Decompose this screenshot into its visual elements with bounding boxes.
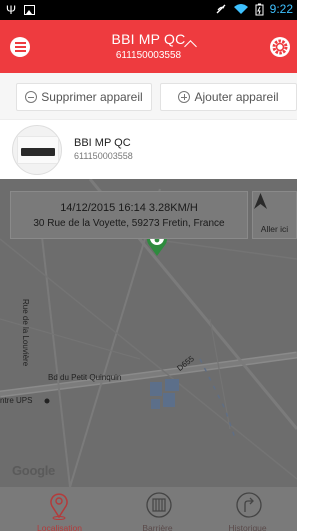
minus-circle-icon	[25, 91, 38, 103]
image-notification-icon	[24, 5, 36, 15]
tab-barriere[interactable]: Barrière	[108, 487, 207, 531]
tab-localisation-label: Localisation	[37, 523, 82, 531]
app-header: BBI MP QC 611150003558	[0, 20, 297, 73]
usb-icon: Ψ	[6, 3, 17, 17]
location-datetime-speed: 14/12/2015 16:14 3.28KM/H	[60, 202, 198, 214]
delete-device-button[interactable]: Supprimer appareil	[16, 83, 152, 111]
navigate-here-label: Aller ici	[260, 224, 289, 234]
battery-icon	[255, 3, 264, 15]
navigate-here-button[interactable]: Aller ici	[252, 191, 297, 239]
street-label-ups: ntre UPS	[0, 396, 33, 405]
location-pin-icon	[50, 493, 68, 520]
add-device-button[interactable]: Ajouter appareil	[160, 83, 297, 111]
delete-device-label: Supprimer appareil	[41, 90, 143, 104]
navigation-arrow-icon	[254, 193, 267, 209]
wifi-icon	[233, 4, 248, 14]
plus-circle-icon	[178, 91, 191, 103]
device-name: BBI MP QC	[74, 137, 131, 149]
street-label-petit-quinquin: Bd du Petit Quinquin	[48, 373, 122, 382]
bottom-navigation: Localisation Barrière Historique	[0, 487, 297, 531]
header-device-name[interactable]: BBI MP QC	[0, 31, 297, 47]
tab-historique-label: Historique	[228, 523, 267, 531]
google-logo: Google	[12, 463, 55, 478]
tab-localisation[interactable]: Localisation	[10, 487, 109, 531]
location-info-card: 14/12/2015 16:14 3.28KM/H 30 Rue de la V…	[10, 191, 248, 239]
history-route-icon	[236, 492, 262, 518]
device-id: 611150003558	[74, 151, 133, 161]
status-time: 9:22	[269, 2, 293, 16]
tab-historique[interactable]: Historique	[198, 487, 297, 531]
device-list-item[interactable]: BBI MP QC 611150003558	[0, 119, 297, 179]
status-bar: Ψ 9:22	[0, 0, 297, 20]
fence-icon	[146, 492, 172, 518]
tab-barriere-label: Barrière	[142, 523, 173, 531]
location-address: 30 Rue de la Voyette, 59273 Fretin, Fran…	[33, 218, 225, 229]
add-device-label: Ajouter appareil	[194, 90, 279, 104]
street-label-louviere: Rue de la Louvière	[21, 299, 30, 367]
device-thumbnail	[12, 125, 62, 175]
mute-icon	[216, 4, 226, 14]
map-view[interactable]: R Rue de la Louvière Bd du Petit Quinqui…	[0, 179, 297, 487]
settings-gear-icon[interactable]	[269, 36, 291, 58]
device-actions-bar: Supprimer appareil Ajouter appareil	[0, 73, 297, 119]
header-device-id: 611150003558	[115, 50, 182, 61]
